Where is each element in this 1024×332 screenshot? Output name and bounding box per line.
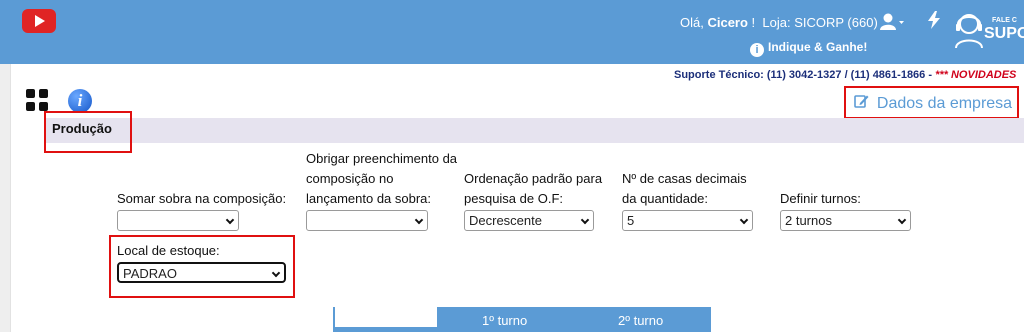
local-estoque-label: Local de estoque: xyxy=(117,243,220,258)
youtube-icon[interactable] xyxy=(22,9,56,33)
section-title-highlight xyxy=(44,111,132,153)
user-icon xyxy=(880,13,904,30)
bolt-icon[interactable] xyxy=(928,11,940,34)
fale-conosco-label: FALE C xyxy=(992,17,1017,24)
support-agent-icon[interactable] xyxy=(952,10,986,50)
dados-empresa-link[interactable]: Dados da empresa xyxy=(844,86,1019,119)
casas-decimais-value: 5 xyxy=(627,213,635,228)
ordenacao-value: Decrescente xyxy=(469,213,542,228)
turno-1-header: 1º turno xyxy=(482,313,528,328)
casas-label-line2: da quantidade: xyxy=(622,191,709,206)
turnos-table-corner xyxy=(335,307,437,327)
ordenacao-label-line1: Ordenação padrão para xyxy=(464,171,603,186)
indique-label: Indique & Ganhe! xyxy=(768,40,868,54)
turno-2-header: 2º turno xyxy=(618,313,664,328)
greeting-prefix: Olá, xyxy=(680,15,708,30)
suporte-label[interactable]: SUPOR xyxy=(984,25,1024,43)
ordenacao-label-line2: pesquisa de O.F: xyxy=(464,191,563,206)
greeting-suffix: ! xyxy=(747,15,756,30)
casas-label-line1: Nº de casas decimais xyxy=(622,171,747,186)
info-icon: i xyxy=(750,43,764,57)
user-menu[interactable] xyxy=(880,13,904,36)
local-estoque-value: PADRAO xyxy=(123,266,177,281)
support-phone-line: Suporte Técnico: (11) 3042-1327 / (11) 4… xyxy=(674,69,1016,81)
turnos-label: Definir turnos: xyxy=(780,191,861,206)
support-phones: Suporte Técnico: (11) 3042-1327 / (11) 4… xyxy=(674,69,936,81)
edit-icon xyxy=(854,95,873,111)
left-strip-divider xyxy=(10,64,11,332)
indique-link[interactable]: i Indique & Ganhe! xyxy=(750,40,867,57)
obrigar-label-line1: Obrigar preenchimento da xyxy=(306,151,458,166)
top-bar: Olá, Cicero ! Loja: SICORP (660) FALE C … xyxy=(0,0,1024,64)
obrigar-label-line2: composição no xyxy=(306,171,394,186)
turnos-select[interactable]: 2 turnos xyxy=(780,210,911,231)
chevron-down-icon xyxy=(897,215,907,225)
turnos-value: 2 turnos xyxy=(785,213,832,228)
local-estoque-select[interactable]: PADRAO xyxy=(117,262,286,283)
obrigar-select[interactable] xyxy=(306,210,428,231)
chevron-down-icon xyxy=(739,215,749,225)
info-icon[interactable]: i xyxy=(68,89,92,113)
chevron-down-icon xyxy=(271,268,281,278)
section-bar xyxy=(44,118,1024,143)
left-strip xyxy=(0,64,10,332)
grid-icon[interactable] xyxy=(26,89,48,111)
somar-sobra-label: Somar sobra na composição: xyxy=(117,191,287,206)
novidades-link[interactable]: *** NOVIDADES xyxy=(935,69,1016,81)
chevron-down-icon xyxy=(225,215,235,225)
chevron-down-icon xyxy=(580,215,590,225)
ordenacao-select[interactable]: Decrescente xyxy=(464,210,594,231)
somar-sobra-select[interactable] xyxy=(117,210,239,231)
store-label: Loja: SICORP (660) xyxy=(762,15,878,30)
chevron-down-icon xyxy=(414,215,424,225)
obrigar-label-line3: lançamento da sobra: xyxy=(306,191,432,206)
greeting: Olá, Cicero ! Loja: SICORP (660) xyxy=(680,15,878,30)
casas-decimais-select[interactable]: 5 xyxy=(622,210,753,231)
user-name: Cicero xyxy=(707,15,748,30)
dados-empresa-label: Dados da empresa xyxy=(876,95,1013,112)
